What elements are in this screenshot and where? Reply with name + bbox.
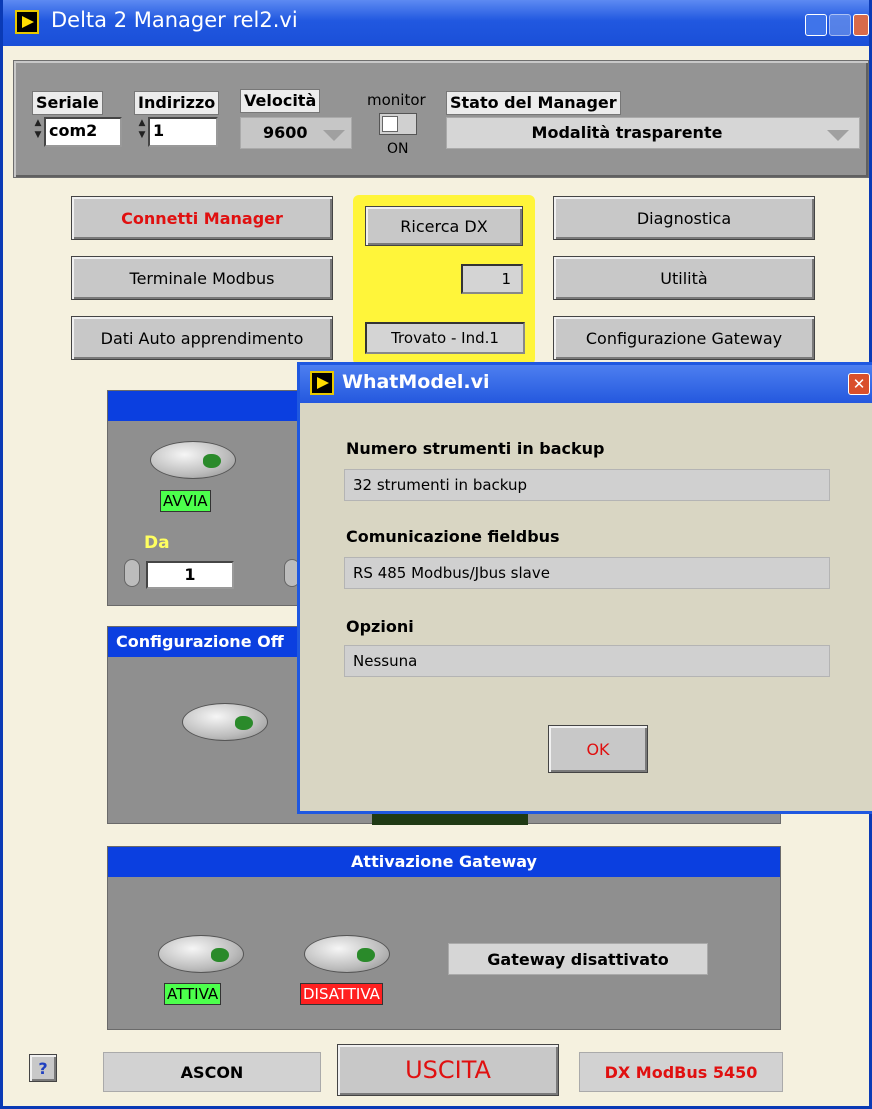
uscita-button[interactable]: USCITA [337, 1044, 559, 1096]
labview-icon [15, 10, 39, 34]
indirizzo-spinner[interactable]: ▲ ▼ [136, 117, 148, 145]
opzioni-value: Nessuna [344, 645, 830, 677]
chevron-down-icon [323, 130, 345, 141]
opzioni-label: Opzioni [346, 617, 414, 636]
avvia-badge: AVVIA [160, 490, 211, 512]
help-button[interactable]: ? [29, 1054, 57, 1082]
velocita-dropdown[interactable]: 9600 [240, 117, 352, 149]
close-icon[interactable] [853, 14, 869, 36]
configurazione-toggle[interactable] [182, 703, 268, 741]
backup-value: 32 strumenti in backup [344, 469, 830, 501]
gateway-status: Gateway disattivato [448, 943, 708, 975]
toggle-led [211, 948, 229, 962]
ricerca-dx-button[interactable]: Ricerca DX [365, 206, 523, 246]
maximize-icon[interactable] [829, 14, 851, 36]
model-label: DX ModBus 5450 [579, 1052, 783, 1092]
dialog-titlebar[interactable]: WhatModel.vi ✕ [300, 365, 872, 403]
seriale-label: Seriale [32, 91, 103, 115]
attiva-badge: ATTIVA [164, 983, 222, 1005]
dialog-close-icon[interactable]: ✕ [848, 373, 870, 395]
fieldbus-value: RS 485 Modbus/Jbus slave [344, 557, 830, 589]
seriale-field[interactable]: com2 [44, 117, 122, 147]
toggle-led [203, 454, 221, 468]
velocita-label: Velocità [240, 89, 321, 113]
monitor-state: ON [387, 141, 409, 157]
titlebar[interactable]: Delta 2 Manager rel2.vi [3, 0, 869, 46]
labview-icon [310, 371, 334, 395]
avvia-toggle[interactable] [150, 441, 236, 479]
dialog-body: Numero strumenti in backup 32 strumenti … [300, 403, 872, 811]
ricerca-count: 1 [461, 264, 523, 294]
dialog-title: WhatModel.vi [342, 371, 490, 393]
dati-auto-apprendimento-button[interactable]: Dati Auto apprendimento [71, 316, 333, 360]
trovato-status: Trovato - Ind.1 [365, 322, 525, 354]
da-field[interactable]: 1 [146, 561, 234, 589]
window-title: Delta 2 Manager rel2.vi [51, 8, 298, 32]
whatmodel-dialog: WhatModel.vi ✕ Numero strumenti in backu… [297, 362, 872, 814]
disattiva-badge: DISATTIVA [300, 983, 383, 1005]
attiva-toggle[interactable] [158, 935, 244, 973]
indirizzo-field[interactable]: 1 [148, 117, 218, 147]
diagnostica-button[interactable]: Diagnostica [553, 196, 815, 240]
terminale-modbus-button[interactable]: Terminale Modbus [71, 256, 333, 300]
gateway-panel: Attivazione Gateway ATTIVA DISATTIVA Gat… [107, 846, 781, 1030]
backup-label: Numero strumenti in backup [346, 439, 605, 458]
da-label: Da [144, 533, 170, 553]
ascon-label: ASCON [103, 1052, 321, 1092]
disattiva-toggle[interactable] [304, 935, 390, 973]
configurazione-gateway-button[interactable]: Configurazione Gateway [553, 316, 815, 360]
top-config-panel: Seriale ▲ ▼ com2 Indirizzo ▲ ▼ 1 Velocità … [13, 60, 869, 178]
velocita-value: 9600 [263, 123, 308, 142]
indirizzo-label: Indirizzo [134, 91, 220, 115]
da-spinner[interactable] [124, 559, 140, 587]
minimize-icon[interactable] [805, 14, 827, 36]
stato-value: Modalità trasparente [531, 123, 723, 142]
switch-knob [382, 116, 398, 132]
gateway-header: Attivazione Gateway [108, 847, 780, 877]
utilita-button[interactable]: Utilità [553, 256, 815, 300]
toggle-led [357, 948, 375, 962]
monitor-switch[interactable] [379, 113, 417, 135]
connetti-manager-button[interactable]: Connetti Manager [71, 196, 333, 240]
monitor-label: monitor [367, 91, 426, 109]
stato-label: Stato del Manager [446, 91, 621, 115]
seriale-spinner[interactable]: ▲ ▼ [32, 117, 44, 145]
chevron-down-icon [827, 130, 849, 141]
fieldbus-label: Comunicazione fieldbus [346, 527, 560, 546]
stato-dropdown[interactable]: Modalità trasparente [446, 117, 860, 149]
toggle-led [235, 716, 253, 730]
ok-button[interactable]: OK [548, 725, 648, 773]
